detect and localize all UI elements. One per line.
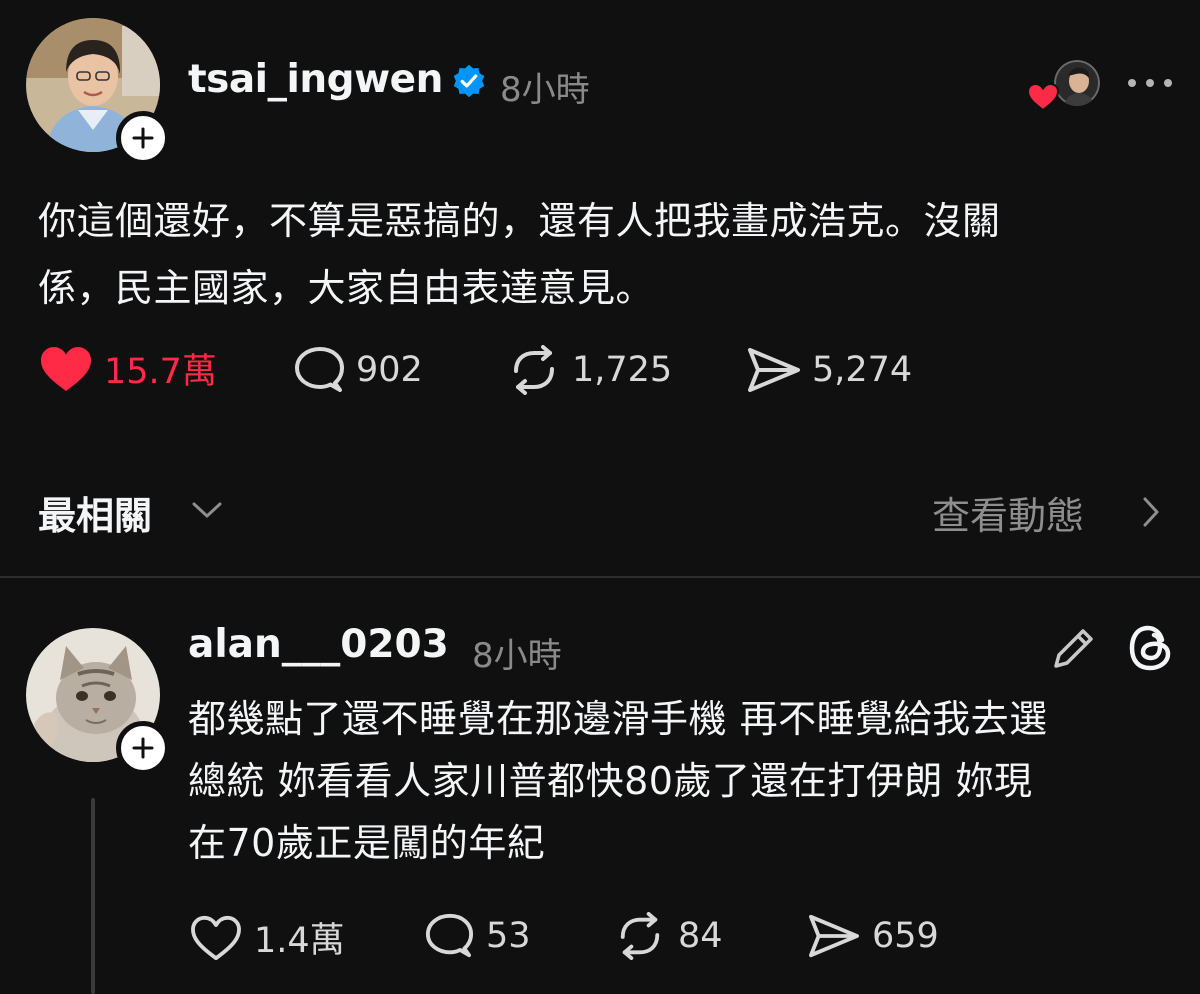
comment-count: 902	[356, 350, 423, 390]
heart-filled-icon	[41, 346, 91, 391]
pencil-icon[interactable]	[1050, 624, 1098, 672]
share-button[interactable]: 5,274	[746, 345, 912, 395]
repost-icon	[620, 912, 660, 960]
share-count: 5,274	[812, 350, 913, 390]
follow-button[interactable]	[116, 721, 170, 775]
chevron-right-icon[interactable]	[1138, 494, 1164, 530]
reply-timestamp: 8小時	[472, 636, 562, 676]
heart-outline-icon	[191, 915, 241, 960]
section-divider	[0, 576, 1200, 578]
more-options-icon[interactable]	[1124, 71, 1176, 95]
plus-icon	[132, 127, 154, 149]
verified-badge-icon	[453, 64, 485, 98]
heart-icon	[1026, 82, 1060, 112]
reply-comment-button[interactable]: 53	[422, 912, 531, 960]
post-text-line: 你這個還好，不算是惡搞的，還有人把我畫成浩克。沒關	[38, 199, 1001, 243]
reply-share-count: 659	[872, 916, 939, 956]
post-text-line: 係，民主國家，大家自由表達意見。	[38, 266, 655, 310]
view-activity-link[interactable]: 查看動態	[932, 485, 1084, 540]
sort-dropdown[interactable]: 最相關	[38, 485, 152, 540]
repost-icon	[514, 345, 554, 395]
like-count: 15.7萬	[104, 352, 217, 392]
reply-like-button[interactable]: 1.4萬	[188, 912, 345, 963]
reply-repost-count: 84	[678, 916, 723, 956]
post-username[interactable]: tsai_ingwen	[188, 57, 443, 102]
liker-avatar[interactable]	[1054, 60, 1100, 106]
send-icon	[748, 348, 800, 392]
reply-text-line: 總統 妳看看人家川普都快80歲了還在打伊朗 妳現	[188, 759, 1033, 803]
post-body: 你這個還好，不算是惡搞的，還有人把我畫成浩克。沒關 係，民主國家，大家自由表達意…	[38, 188, 1158, 322]
thread-connector-line	[91, 798, 95, 994]
reply-text-line: 在70歲正是闖的年紀	[188, 821, 546, 865]
reply-repost-button[interactable]: 84	[612, 912, 723, 960]
comment-button[interactable]: 902	[292, 345, 423, 395]
plus-icon	[132, 737, 154, 759]
repost-button[interactable]: 1,725	[506, 345, 672, 395]
chevron-down-icon[interactable]	[190, 497, 224, 523]
follow-button[interactable]	[116, 111, 170, 165]
post-timestamp: 8小時	[500, 70, 590, 110]
reply-comment-count: 53	[486, 916, 531, 956]
reply-text-line: 都幾點了還不睡覺在那邊滑手機 再不睡覺給我去選	[188, 697, 1048, 741]
reply-username[interactable]: alan___0203	[188, 622, 449, 667]
repost-count: 1,725	[572, 350, 673, 390]
comment-bubble-icon	[425, 913, 473, 958]
comment-bubble-icon	[295, 347, 344, 392]
reply-like-count: 1.4萬	[254, 921, 345, 961]
like-button[interactable]: 15.7萬	[38, 343, 217, 394]
reply-body: 都幾點了還不睡覺在那邊滑手機 再不睡覺給我去選 總統 妳看看人家川普都快80歲了…	[188, 688, 1178, 874]
threads-logo-icon[interactable]	[1126, 622, 1178, 674]
send-icon	[809, 914, 859, 958]
reply-share-button[interactable]: 659	[806, 912, 939, 960]
